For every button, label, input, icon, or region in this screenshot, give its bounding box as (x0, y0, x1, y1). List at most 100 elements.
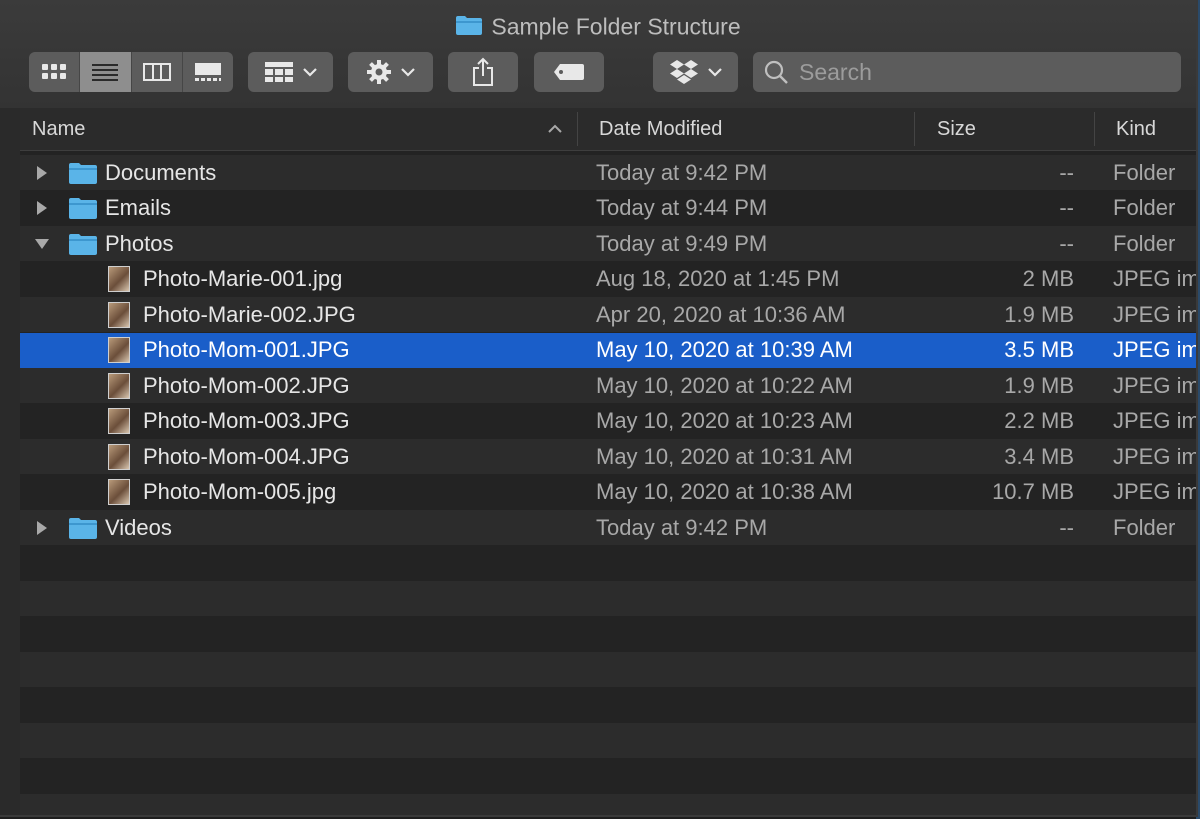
column-view-button[interactable] (132, 52, 183, 92)
image-thumbnail-icon (108, 337, 130, 363)
empty-row (20, 545, 1196, 581)
kind-cell: Folder (1113, 230, 1176, 256)
folder-row[interactable]: Videos Today at 9:42 PM -- Folder (20, 510, 1196, 545)
image-thumbnail-icon (108, 266, 130, 292)
folder-icon (68, 161, 98, 185)
icon-view-button[interactable] (29, 52, 81, 92)
file-row[interactable]: Photo-Mom-004.JPG May 10, 2020 at 10:31 A… (20, 439, 1196, 474)
folder-row[interactable]: Documents Today at 9:42 PM -- Folder (20, 155, 1196, 190)
column-header-size[interactable]: Size (937, 108, 1087, 150)
size-cell: 1.9 MB (1004, 372, 1074, 398)
empty-row (20, 616, 1196, 652)
size-cell: -- (1059, 159, 1074, 185)
action-menu-button[interactable] (348, 52, 433, 92)
file-name: Videos (105, 514, 172, 540)
empty-row (20, 652, 1196, 687)
kind-cell: JPEG im (1113, 408, 1196, 433)
file-name: Emails (105, 195, 172, 220)
disclosure-triangle-collapsed-icon[interactable] (31, 199, 53, 217)
dropbox-button[interactable] (653, 52, 738, 92)
column-header-kind[interactable]: Kind (1116, 108, 1196, 150)
group-by-button[interactable] (248, 52, 333, 92)
empty-row (20, 794, 1196, 815)
date-cell: Today at 9:42 PM (596, 514, 768, 540)
disclosure-triangle-expanded-icon[interactable] (31, 237, 53, 251)
size-cell: 3.4 MB (1004, 443, 1074, 469)
kind-cell: Folder (1113, 514, 1176, 540)
kind-cell: JPEG im (1113, 372, 1196, 398)
image-thumbnail-icon (108, 301, 130, 328)
list-icon (92, 64, 119, 81)
chevron-down-icon (302, 68, 317, 77)
file-name: Photo-Mom-001.JPG (143, 337, 350, 362)
name-cell: Photo-Marie-002.JPG (20, 297, 580, 332)
column-divider[interactable] (914, 112, 915, 146)
view-mode-segmented-control (29, 52, 233, 92)
gallery-icon (194, 63, 221, 81)
chevron-down-icon (707, 68, 722, 77)
disclosure-triangle-collapsed-icon[interactable] (31, 164, 53, 182)
file-name: Photo-Marie-002.JPG (143, 301, 356, 327)
name-cell: Photo-Mom-001.JPG (20, 333, 580, 368)
date-cell: Today at 9:42 PM (596, 159, 768, 185)
size-cell: 10.7 MB (992, 479, 1074, 504)
kind-cell: JPEG im (1113, 479, 1196, 504)
name-cell: Photo-Marie-001.jpg (20, 262, 580, 297)
image-thumbnail-icon (108, 479, 130, 505)
name-cell: Photo-Mom-004.JPG (20, 439, 580, 474)
file-row[interactable]: Photo-Mom-005.jpg May 10, 2020 at 10:38 A… (20, 474, 1196, 510)
file-row[interactable]: Photo-Marie-001.jpg Aug 18, 2020 at 1:45 … (20, 261, 1196, 297)
search-input[interactable] (797, 57, 1161, 87)
file-name: Photo-Mom-002.JPG (143, 372, 350, 398)
column-header-name[interactable]: Name (32, 108, 572, 150)
empty-row (20, 687, 1196, 723)
list-view-button[interactable] (80, 52, 132, 92)
chevron-down-icon (400, 68, 415, 77)
group-grid-icon (264, 62, 293, 82)
file-row[interactable]: Photo-Mom-002.JPG May 10, 2020 at 10:22 A… (20, 368, 1196, 403)
disclosure-triangle-collapsed-icon[interactable] (31, 519, 53, 537)
date-cell: May 10, 2020 at 10:23 AM (596, 408, 853, 433)
share-button[interactable] (448, 52, 518, 92)
column-divider[interactable] (577, 112, 578, 146)
file-name: Photos (105, 230, 174, 256)
tag-icon (554, 64, 584, 80)
file-name: Photo-Marie-001.jpg (143, 266, 343, 291)
dropbox-icon (669, 60, 698, 84)
column-header-size-label: Size (937, 117, 976, 140)
empty-row (20, 723, 1196, 758)
column-header-date[interactable]: Date Modified (599, 108, 919, 150)
file-row[interactable]: Photo-Mom-001.JPG May 10, 2020 at 10:39 A… (20, 332, 1196, 368)
finder-window: Sample Folder Structure Search Name Date… (0, 0, 1198, 817)
window-title: Sample Folder Structure (0, 12, 1196, 40)
folder-row[interactable]: Photos Today at 9:49 PM -- Folder (20, 226, 1196, 261)
date-cell: Today at 9:49 PM (596, 230, 768, 256)
kind-cell: Folder (1113, 195, 1176, 220)
sort-ascending-icon[interactable] (547, 123, 563, 135)
file-row[interactable]: Photo-Marie-002.JPG Apr 20, 2020 at 10:36… (20, 297, 1196, 332)
search-field[interactable] (753, 52, 1181, 92)
folder-row[interactable]: Emails Today at 9:44 PM -- Folder (20, 190, 1196, 226)
column-divider[interactable] (1094, 112, 1095, 146)
name-cell: Photo-Mom-003.JPG (20, 404, 580, 439)
date-cell: May 10, 2020 at 10:22 AM (596, 372, 853, 398)
gear-icon (366, 60, 391, 84)
sidebar-edge (0, 108, 20, 815)
size-cell: 3.5 MB (1004, 337, 1074, 362)
list-header: Name Date Modified Size Kind (20, 108, 1196, 151)
size-cell: 2.2 MB (1004, 408, 1074, 433)
date-cell: Aug 18, 2020 at 1:45 PM (596, 266, 840, 291)
name-cell: Photo-Mom-005.jpg (20, 475, 580, 510)
file-row[interactable]: Photo-Mom-003.JPG May 10, 2020 at 10:23 A… (20, 403, 1196, 439)
file-name: Documents (105, 159, 217, 185)
kind-cell: JPEG im (1113, 443, 1196, 469)
size-cell: 1.9 MB (1004, 301, 1074, 327)
folder-icon (68, 516, 98, 540)
folder-icon (456, 16, 483, 35)
tags-button[interactable] (534, 52, 604, 92)
gallery-view-button[interactable] (183, 52, 233, 92)
kind-cell: Folder (1113, 159, 1176, 185)
name-cell: Emails (20, 191, 580, 226)
size-cell: -- (1059, 514, 1074, 540)
size-cell: 2 MB (1022, 266, 1074, 291)
